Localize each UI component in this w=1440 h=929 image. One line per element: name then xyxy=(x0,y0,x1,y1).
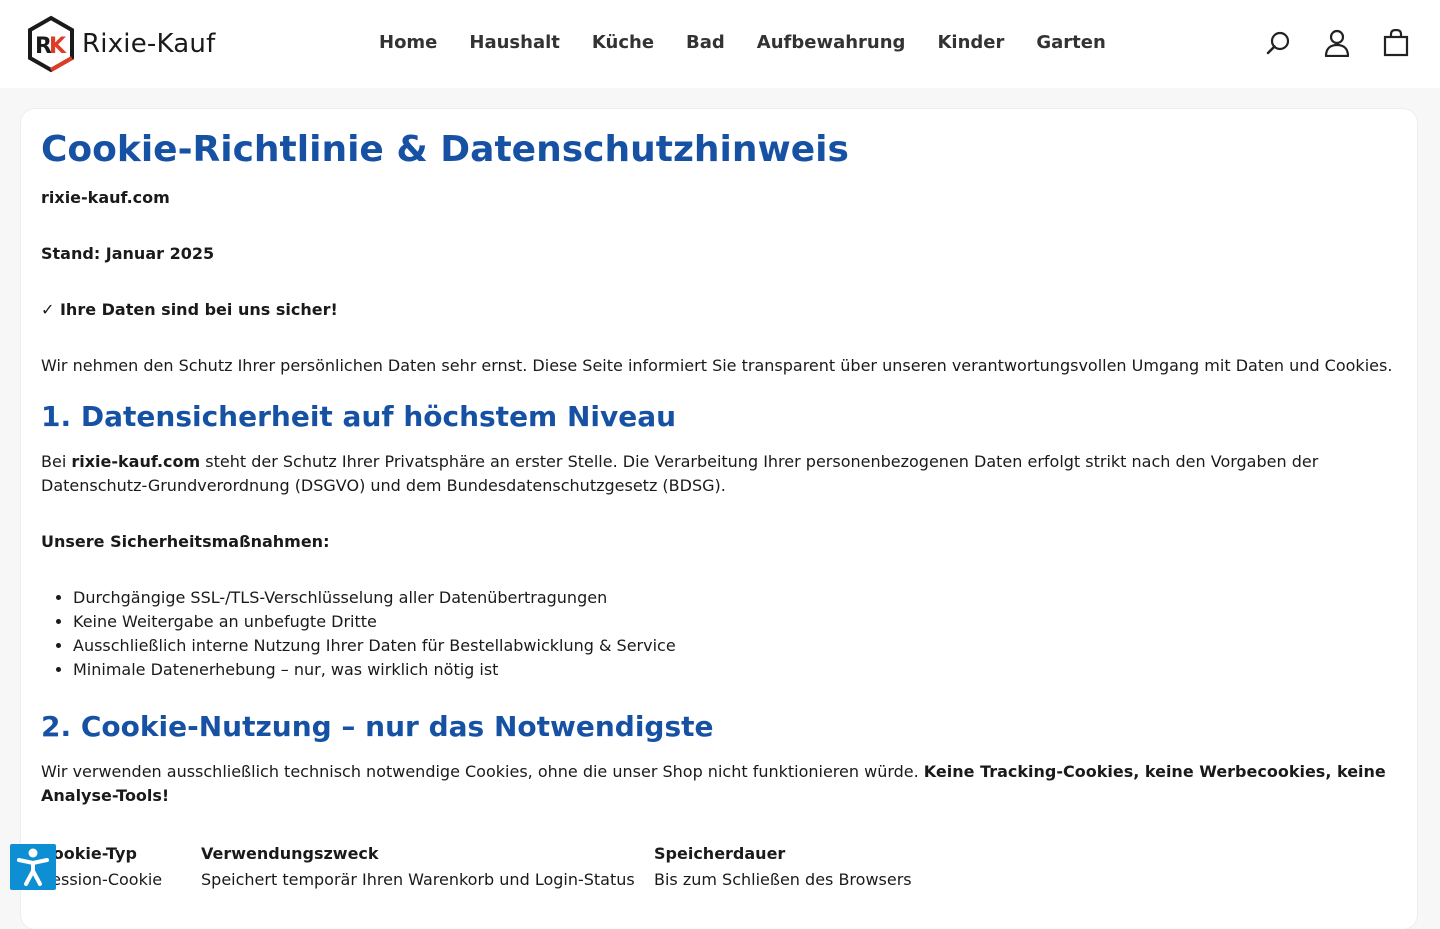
svg-text:K: K xyxy=(49,34,67,59)
table-header: Verwendungszweck xyxy=(201,844,379,863)
section2-heading: 2. Cookie-Nutzung – nur das Notwendigste xyxy=(41,710,714,743)
table-cell: Speichert temporär Ihren Warenkorb und L… xyxy=(201,870,635,889)
search-icon[interactable] xyxy=(1266,30,1292,56)
list-item: Ausschließlich interne Nutzung Ihrer Dat… xyxy=(73,634,1397,658)
accessibility-button[interactable] xyxy=(10,844,56,890)
page-title: Cookie-Richtlinie & Datenschutzhinweis xyxy=(41,129,849,170)
measures-heading: Unsere Sicherheitsmaßnahmen: xyxy=(41,532,330,551)
list-item: Minimale Datenerhebung – nur, was wirkli… xyxy=(73,658,1397,682)
header-actions xyxy=(1266,29,1410,57)
table-cell: Session-Cookie xyxy=(41,870,163,889)
table-header: Speicherdauer xyxy=(654,844,786,863)
section1-heading: 1. Datensicherheit auf höchstem Niveau xyxy=(41,400,677,433)
nav-item-aufbewahrung[interactable]: Aufbewahrung xyxy=(741,30,922,56)
measures-list: Durchgängige SSL-/TLS-Verschlüsselung al… xyxy=(41,586,1397,682)
site-domain: rixie-kauf.com xyxy=(41,188,170,207)
table-header-row: Cookie-Typ Verwendungszweck Speicherdaue… xyxy=(41,841,912,867)
cart-icon[interactable] xyxy=(1382,29,1410,57)
section1-text: Bei rixie-kauf.com steht der Schutz Ihre… xyxy=(41,452,1319,495)
safe-notice: ✓ Ihre Daten sind bei uns sicher! xyxy=(41,300,338,319)
brand-name: Rixie-Kauf xyxy=(82,29,216,59)
account-icon[interactable] xyxy=(1324,29,1350,57)
section2-text: Wir verwenden ausschließlich technisch n… xyxy=(41,762,1386,805)
list-item: Keine Weitergabe an unbefugte Dritte xyxy=(73,610,1397,634)
nav-item-haushalt[interactable]: Haushalt xyxy=(453,30,575,56)
stand-date: Stand: Januar 2025 xyxy=(41,244,215,263)
nav-item-kinder[interactable]: Kinder xyxy=(921,30,1020,56)
logo-hexagon-icon: R K xyxy=(28,15,74,73)
site-header: R K Rixie-Kauf Home Haushalt Küche Bad A… xyxy=(0,0,1440,88)
content-card: Cookie-Richtlinie & Datenschutzhinweis r… xyxy=(21,109,1417,929)
intro-text: Wir nehmen den Schutz Ihrer persönlichen… xyxy=(41,356,1393,375)
accessibility-icon xyxy=(17,848,49,886)
main-nav: Home Haushalt Küche Bad Aufbewahrung Kin… xyxy=(363,30,1122,56)
table-cell: Bis zum Schließen des Browsers xyxy=(654,870,912,889)
table-row: Session-Cookie Speichert temporär Ihren … xyxy=(41,867,912,893)
nav-item-home[interactable]: Home xyxy=(363,30,453,56)
list-item: Durchgängige SSL-/TLS-Verschlüsselung al… xyxy=(73,586,1397,610)
domain-bold: rixie-kauf.com xyxy=(71,452,201,471)
nav-item-bad[interactable]: Bad xyxy=(670,30,741,56)
brand-logo[interactable]: R K Rixie-Kauf xyxy=(26,15,215,73)
table-header: Cookie-Typ xyxy=(41,844,137,863)
cookie-table: Cookie-Typ Verwendungszweck Speicherdaue… xyxy=(41,841,912,893)
nav-item-kueche[interactable]: Küche xyxy=(576,30,670,56)
nav-item-garten[interactable]: Garten xyxy=(1020,30,1121,56)
